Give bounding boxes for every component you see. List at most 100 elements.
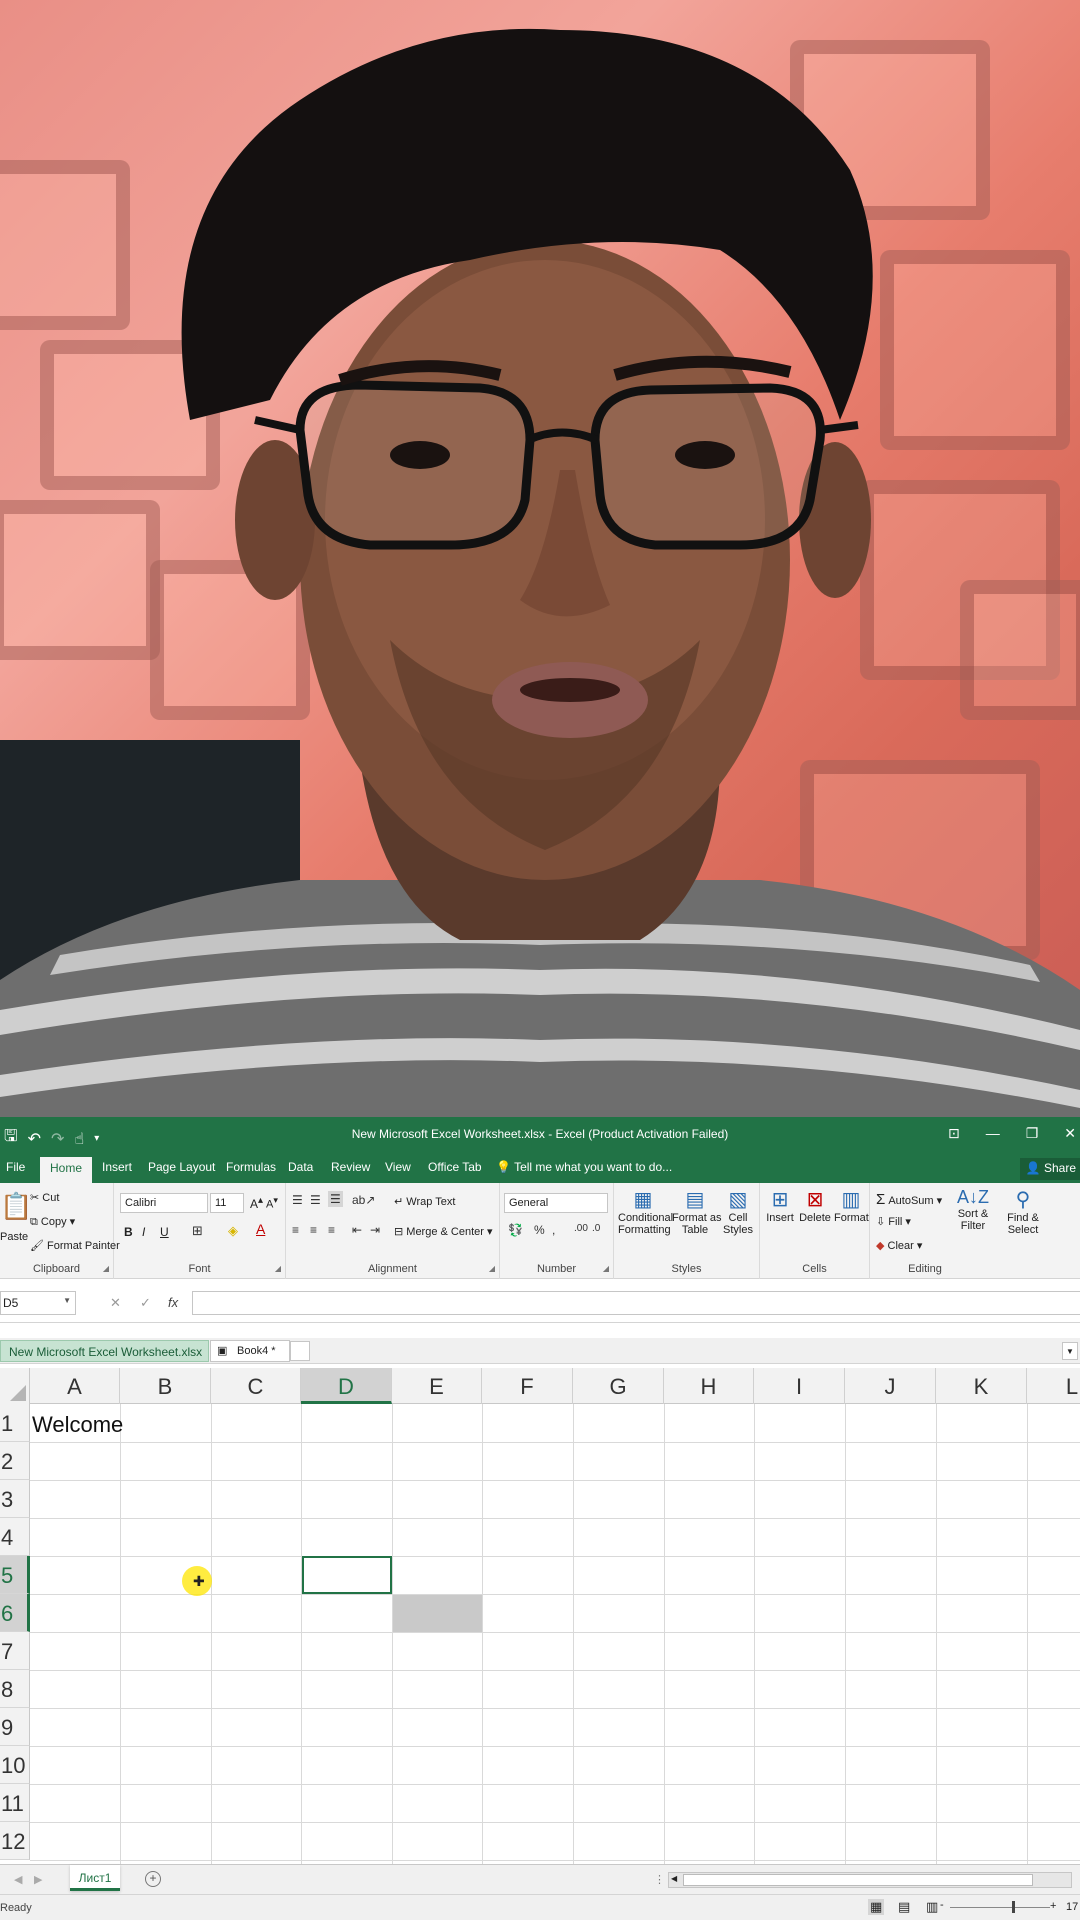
- tab-file[interactable]: File: [6, 1160, 25, 1174]
- decrease-decimal-icon[interactable]: .0: [592, 1223, 600, 1234]
- align-center-icon[interactable]: ≡: [310, 1223, 317, 1237]
- sheet-tab-1[interactable]: Лист1: [70, 1865, 120, 1891]
- page-break-view-icon[interactable]: ▥: [926, 1899, 938, 1915]
- delete-cells-button[interactable]: ⊠ Delete: [798, 1187, 832, 1224]
- zoom-level[interactable]: 17: [1066, 1901, 1078, 1913]
- row-header-5[interactable]: 5: [0, 1556, 30, 1594]
- cell-d5-active[interactable]: [302, 1556, 392, 1594]
- increase-decimal-icon[interactable]: .00: [574, 1223, 588, 1234]
- tab-view[interactable]: View: [385, 1160, 411, 1174]
- row-header-8[interactable]: 8: [0, 1670, 30, 1708]
- cell-a1[interactable]: Welcome: [32, 1412, 123, 1438]
- format-cells-button[interactable]: ▥ Format: [834, 1187, 869, 1224]
- dialog-launcher-icon[interactable]: ◢: [275, 1264, 281, 1273]
- plus-icon[interactable]: +: [145, 1871, 161, 1887]
- shrink-font-button[interactable]: A▾: [266, 1195, 278, 1211]
- zoom-in-icon[interactable]: +: [1050, 1900, 1056, 1912]
- row-header-11[interactable]: 11: [0, 1784, 30, 1822]
- select-all-button[interactable]: [0, 1368, 30, 1404]
- paint-bucket-icon[interactable]: ◈: [228, 1223, 238, 1239]
- row-header-9[interactable]: 9: [0, 1708, 30, 1746]
- zoom-out-icon[interactable]: -: [940, 1899, 944, 1911]
- dialog-launcher-icon[interactable]: ◢: [489, 1264, 495, 1273]
- column-header-e[interactable]: E: [392, 1368, 482, 1404]
- accounting-icon[interactable]: 💱: [508, 1223, 523, 1237]
- restore-icon[interactable]: ❐: [1026, 1125, 1039, 1142]
- wrap-text-button[interactable]: ↵ Wrap Text: [394, 1195, 455, 1208]
- font-size-select[interactable]: 11: [210, 1193, 244, 1213]
- split-handle-icon[interactable]: ⋮: [654, 1873, 665, 1886]
- column-header-b[interactable]: B: [120, 1368, 211, 1404]
- row-header-10[interactable]: 10: [0, 1746, 30, 1784]
- name-box-dropdown-icon[interactable]: ▼: [63, 1296, 71, 1305]
- new-workbook-tab[interactable]: [290, 1341, 310, 1361]
- underline-button[interactable]: U: [160, 1225, 169, 1239]
- tell-me-box[interactable]: 💡 Tell me what you want to do...: [496, 1160, 672, 1174]
- column-header-a[interactable]: A: [30, 1368, 120, 1404]
- font-color-icon[interactable]: A: [256, 1221, 265, 1237]
- horizontal-scrollbar[interactable]: ◀: [668, 1872, 1072, 1888]
- font-name-select[interactable]: Calibri: [120, 1193, 208, 1213]
- row-header-2[interactable]: 2: [0, 1442, 30, 1480]
- tab-page-layout[interactable]: Page Layout: [148, 1160, 215, 1174]
- zoom-slider[interactable]: [950, 1901, 1050, 1913]
- align-right-icon[interactable]: ≡: [328, 1223, 335, 1237]
- align-middle-icon[interactable]: ☰: [310, 1193, 321, 1207]
- sort-filter-button[interactable]: A↓Z Sort & Filter: [948, 1187, 998, 1232]
- comma-icon[interactable]: ,: [552, 1223, 555, 1237]
- find-select-button[interactable]: ⚲ Find & Select: [1000, 1187, 1046, 1236]
- tab-office-tab[interactable]: Office Tab: [428, 1160, 482, 1174]
- column-header-l[interactable]: L: [1027, 1368, 1080, 1404]
- worksheet-grid[interactable]: A B C D E F G H I J K L 1 2 3 4 5 6 7 8 …: [0, 1368, 1080, 1920]
- row-header-12[interactable]: 12: [0, 1822, 30, 1860]
- column-header-k[interactable]: K: [936, 1368, 1027, 1404]
- row-header-1[interactable]: 1: [0, 1404, 30, 1442]
- format-as-table-button[interactable]: ▤ Format as Table: [672, 1187, 722, 1236]
- dialog-launcher-icon[interactable]: ◢: [603, 1264, 609, 1273]
- minimize-icon[interactable]: —: [986, 1125, 1000, 1142]
- autosum-button[interactable]: Σ AutoSum ▾: [876, 1191, 942, 1208]
- scrollbar-thumb[interactable]: [683, 1874, 1033, 1886]
- sheet-prev-icon[interactable]: ◀: [14, 1873, 22, 1886]
- workbook-tab-active[interactable]: New Microsoft Excel Worksheet.xlsx: [0, 1340, 210, 1362]
- formula-input[interactable]: [192, 1291, 1080, 1315]
- fill-button[interactable]: ⇩ Fill ▾: [876, 1215, 911, 1228]
- workbook-list-dropdown-icon[interactable]: ▼: [1062, 1342, 1078, 1360]
- column-header-d[interactable]: D: [301, 1368, 392, 1404]
- column-header-i[interactable]: I: [754, 1368, 845, 1404]
- tab-review[interactable]: Review: [331, 1160, 370, 1174]
- insert-function-icon[interactable]: fx: [168, 1295, 178, 1310]
- align-top-icon[interactable]: ☰: [292, 1193, 303, 1207]
- conditional-formatting-button[interactable]: ▦ Conditional Formatting: [618, 1187, 673, 1236]
- row-header-6[interactable]: 6: [0, 1594, 30, 1632]
- number-format-select[interactable]: General: [504, 1193, 608, 1213]
- align-left-icon[interactable]: ≡: [292, 1223, 299, 1237]
- format-painter-button[interactable]: 🖌 Format Painter: [30, 1239, 120, 1252]
- italic-button[interactable]: I: [142, 1225, 145, 1239]
- cell-e6-selected[interactable]: [393, 1595, 482, 1632]
- insert-cells-button[interactable]: ⊞ Insert: [764, 1187, 796, 1224]
- close-icon[interactable]: ✕: [1064, 1125, 1076, 1142]
- cancel-icon[interactable]: ✕: [110, 1295, 121, 1311]
- paste-icon[interactable]: 📋: [0, 1191, 32, 1222]
- enter-icon[interactable]: ✓: [140, 1295, 151, 1311]
- indent-decrease-icon[interactable]: ⇤: [352, 1223, 362, 1237]
- name-box[interactable]: D5 ▼: [0, 1291, 76, 1315]
- cell-styles-button[interactable]: ▧ Cell Styles: [720, 1187, 756, 1236]
- ribbon-display-icon[interactable]: ⊡: [948, 1125, 960, 1142]
- grow-font-button[interactable]: A▴: [250, 1195, 263, 1211]
- paste-button[interactable]: Paste: [0, 1231, 28, 1243]
- align-bottom-icon[interactable]: ☰: [328, 1191, 343, 1207]
- column-header-j[interactable]: J: [845, 1368, 936, 1404]
- tab-data[interactable]: Data: [288, 1160, 313, 1174]
- copy-button[interactable]: ⧉ Copy ▾: [30, 1215, 75, 1229]
- dialog-launcher-icon[interactable]: ◢: [103, 1264, 109, 1273]
- share-button[interactable]: 👤 Share: [1019, 1158, 1080, 1180]
- cut-button[interactable]: ✂ Cut: [30, 1191, 59, 1204]
- bold-button[interactable]: B: [124, 1225, 133, 1239]
- clear-button[interactable]: ◆ Clear ▾: [876, 1239, 922, 1252]
- column-header-f[interactable]: F: [482, 1368, 573, 1404]
- percent-icon[interactable]: %: [534, 1223, 545, 1237]
- orientation-icon[interactable]: ab↗: [352, 1193, 375, 1207]
- sheet-next-icon[interactable]: ▶: [34, 1873, 42, 1886]
